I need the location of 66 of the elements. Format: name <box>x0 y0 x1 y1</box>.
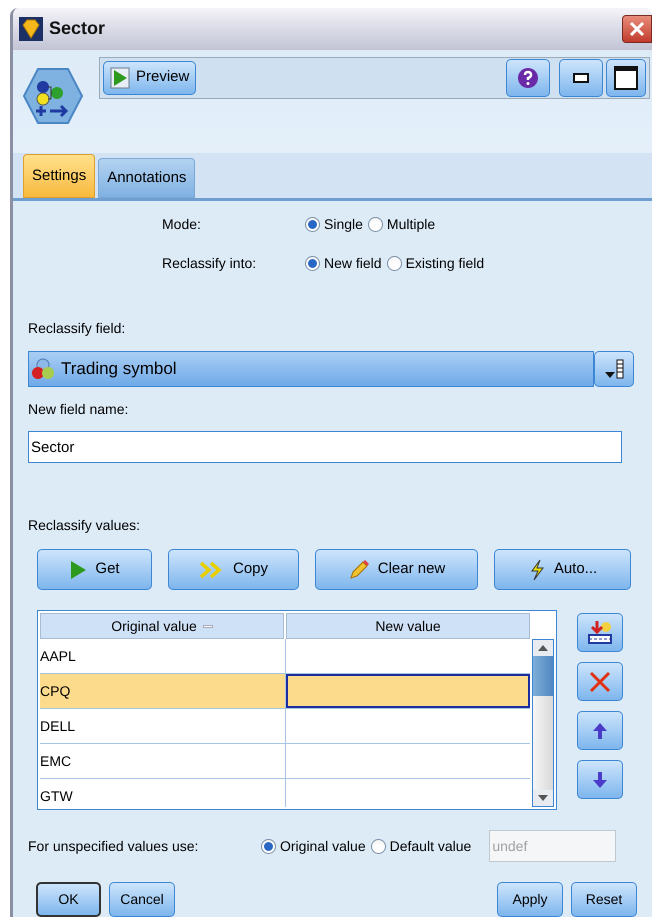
help-button[interactable] <box>506 58 550 97</box>
down-arrow-icon <box>592 770 608 788</box>
field-list-icon <box>603 358 625 380</box>
radio-option[interactable]: Multiple <box>368 214 436 235</box>
window-title: Sector <box>49 17 106 40</box>
play-icon <box>110 66 130 89</box>
minimize-icon <box>573 72 589 83</box>
table-cell: AAPL <box>40 639 286 673</box>
dialog-button[interactable]: OK <box>36 882 101 917</box>
down-arrow-icon <box>538 795 548 801</box>
close-icon <box>629 20 645 37</box>
maximize-icon <box>614 66 638 90</box>
tab[interactable]: Settings <box>23 154 96 198</box>
preview-button[interactable]: Preview <box>103 60 196 95</box>
radio-option[interactable]: Existing field <box>386 253 484 274</box>
table-cell: GTW <box>40 779 286 807</box>
table-cell: EMC <box>40 744 286 778</box>
column-header[interactable]: Original value <box>40 613 284 639</box>
dialog-button[interactable]: Apply <box>497 882 563 917</box>
sort-icon <box>202 624 213 628</box>
insert-button[interactable] <box>577 613 623 652</box>
text-field[interactable]: Sector <box>28 431 622 463</box>
field-label: For unspecified values use: <box>28 836 200 856</box>
table-arrow-icon <box>587 620 613 644</box>
action-button[interactable]: Copy <box>168 549 299 590</box>
delete-button[interactable] <box>577 662 623 701</box>
tab[interactable]: Annotations <box>98 158 196 198</box>
section-label: Reclassify values: <box>28 516 142 535</box>
dialog-button[interactable]: Cancel <box>109 882 175 917</box>
move-up-button[interactable] <box>577 711 623 750</box>
cell-editor[interactable] <box>286 674 530 708</box>
table-cell: CPQ <box>40 674 286 708</box>
action-button[interactable]: Clear new <box>315 549 478 590</box>
column-header[interactable]: New value <box>286 613 530 639</box>
table-row[interactable]: EMC <box>40 744 530 779</box>
maximize-button[interactable] <box>606 58 646 97</box>
table-cell: DELL <box>40 709 286 743</box>
field-label: New field name: <box>28 400 130 419</box>
field-label: Reclassify field: <box>28 319 126 338</box>
radio-option[interactable]: Default value <box>370 836 472 856</box>
action-button[interactable]: Get <box>37 549 152 590</box>
up-arrow-icon <box>592 722 608 740</box>
up-arrow-icon <box>538 645 548 651</box>
delete-icon <box>589 670 611 692</box>
scrollbar[interactable] <box>532 639 554 807</box>
field-dropdown[interactable]: Trading symbol <box>28 351 594 387</box>
dialog-button[interactable]: Reset <box>571 882 637 917</box>
radio-option[interactable]: Single <box>305 214 363 235</box>
radio-option[interactable]: New field <box>305 253 382 274</box>
help-icon <box>517 66 539 89</box>
move-down-button[interactable] <box>577 760 623 799</box>
diamond-icon <box>19 16 43 41</box>
field-picker-button[interactable] <box>594 351 634 387</box>
table-row[interactable]: CPQ <box>40 674 530 709</box>
three-circles-icon <box>31 357 55 381</box>
pencil-icon <box>348 558 370 580</box>
table-row[interactable]: DELL <box>40 709 530 744</box>
minimize-button[interactable] <box>559 58 603 97</box>
play-icon <box>69 560 88 580</box>
field-label: Mode: <box>161 215 202 234</box>
table-row[interactable]: GTW <box>40 779 530 807</box>
radio-option[interactable]: Original value <box>261 836 366 856</box>
action-button[interactable]: Auto... <box>494 549 631 590</box>
field-label: Reclassify into: <box>161 254 258 273</box>
close-button[interactable] <box>622 14 652 43</box>
scroll-thumb[interactable] <box>533 656 553 696</box>
